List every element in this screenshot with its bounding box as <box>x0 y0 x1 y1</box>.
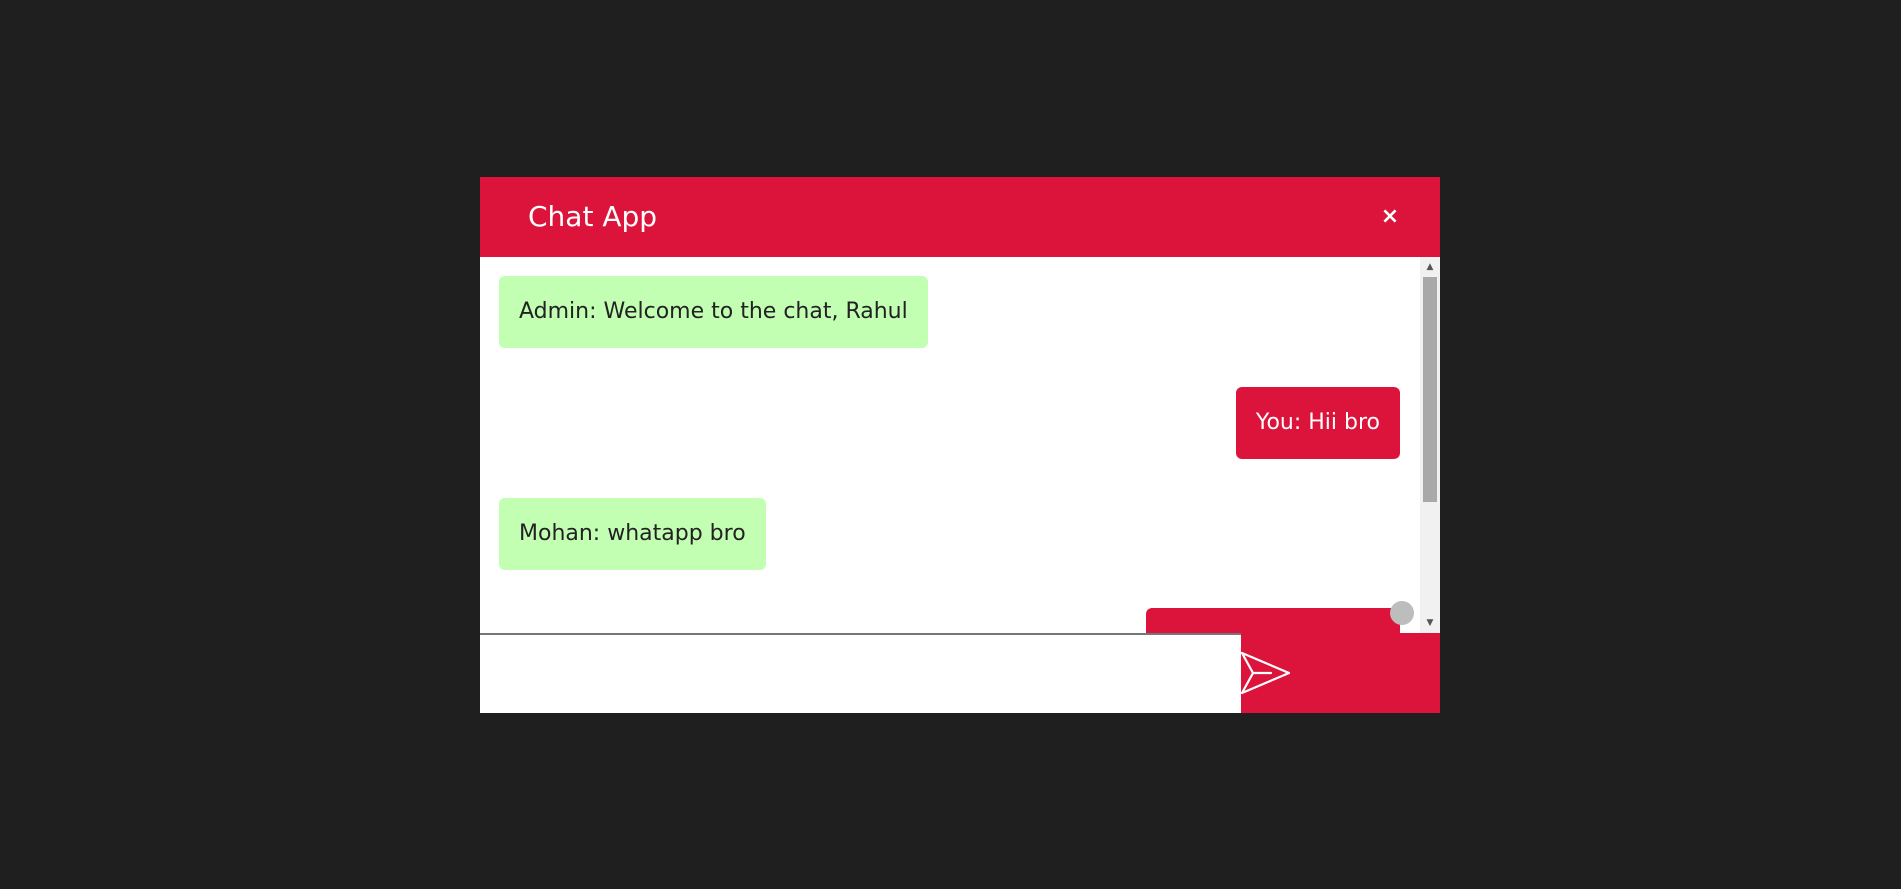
chat-window: Chat App × Admin: Welcome to the chat, R… <box>480 177 1440 713</box>
message-bubble-mohan: Mohan: whatapp bro <box>499 498 766 570</box>
scroll-up-arrow-icon[interactable]: ▲ <box>1420 257 1440 277</box>
message-bubble-partial <box>1146 608 1400 633</box>
send-icon <box>1241 651 1291 695</box>
message-bubble-you: You: Hii bro <box>1235 387 1400 459</box>
chat-title: Chat App <box>528 200 658 233</box>
message-bubble-admin: Admin: Welcome to the chat, Rahul <box>499 276 928 348</box>
message-scrollbar[interactable]: ▲ ▼ <box>1420 257 1440 633</box>
scroll-down-arrow-icon[interactable]: ▼ <box>1420 613 1440 633</box>
scroll-indicator-dot <box>1390 601 1414 625</box>
chat-header: Chat App × <box>480 177 1440 257</box>
message-list[interactable]: Admin: Welcome to the chat, Rahul You: H… <box>480 257 1420 633</box>
send-button[interactable] <box>1241 633 1440 713</box>
close-button[interactable]: × <box>1376 203 1404 231</box>
composer <box>480 633 1440 713</box>
message-input[interactable] <box>480 633 1241 711</box>
scrollbar-thumb[interactable] <box>1423 277 1437 502</box>
